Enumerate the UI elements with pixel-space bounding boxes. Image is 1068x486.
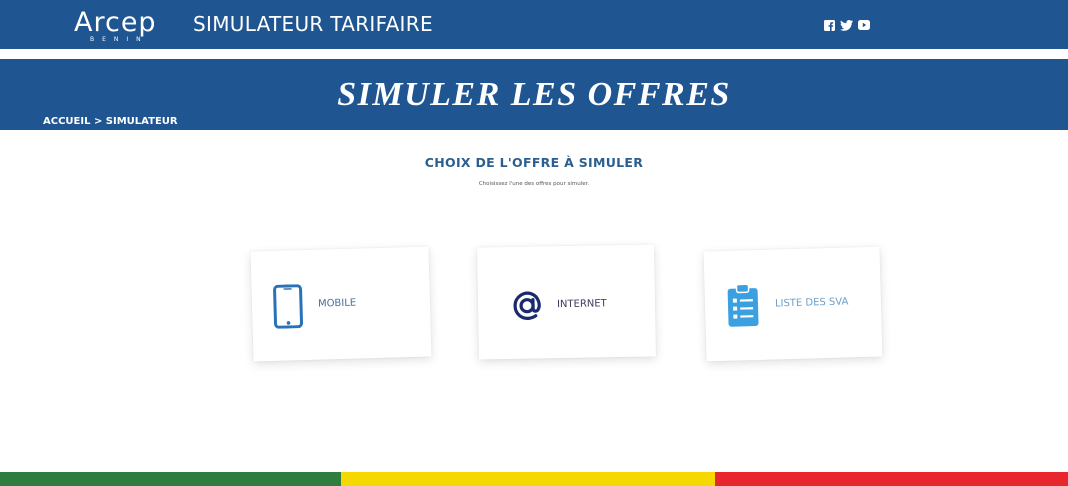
offer-label-internet: INTERNET bbox=[556, 298, 607, 311]
social-links bbox=[824, 18, 870, 32]
flag-strip bbox=[0, 472, 1068, 486]
arcep-logo[interactable]: Arcep BENIN bbox=[74, 6, 174, 46]
smartphone-icon bbox=[272, 284, 304, 334]
offer-label-mobile: MOBILE bbox=[317, 297, 357, 310]
at-sign-icon bbox=[511, 289, 544, 327]
logo-wordmark: Arcep bbox=[74, 7, 157, 38]
twitter-icon[interactable] bbox=[840, 19, 853, 31]
offer-card-mobile[interactable]: MOBILE bbox=[250, 246, 432, 362]
app-title: SIMULATEUR TARIFAIRE bbox=[193, 12, 433, 36]
clipboard-list-icon bbox=[726, 283, 759, 333]
facebook-icon[interactable] bbox=[824, 19, 835, 31]
offer-label-sva: LISTE DES SVA bbox=[774, 296, 849, 310]
section-title: CHOIX DE L'OFFRE À SIMULER bbox=[424, 155, 644, 170]
section-subtitle: Choisissez l'une des offres pour simuler… bbox=[478, 181, 590, 187]
top-header: Arcep BENIN SIMULATEUR TARIFAIRE bbox=[0, 0, 1068, 49]
hero-banner: SIMULER LES OFFRES ACCUEIL > SIMULATEUR bbox=[0, 59, 1068, 130]
flag-stripe-yellow bbox=[341, 472, 715, 486]
flag-stripe-green bbox=[0, 472, 341, 486]
page-title: SIMULER LES OFFRES bbox=[337, 76, 731, 113]
offer-card-internet[interactable]: INTERNET bbox=[477, 244, 656, 360]
breadcrumb[interactable]: ACCUEIL > SIMULATEUR bbox=[43, 116, 178, 128]
offer-card-sva[interactable]: LISTE DES SVA bbox=[703, 246, 883, 362]
flag-stripe-red bbox=[715, 472, 1068, 486]
youtube-icon[interactable] bbox=[858, 20, 870, 30]
logo-subtext: BENIN bbox=[90, 36, 149, 43]
